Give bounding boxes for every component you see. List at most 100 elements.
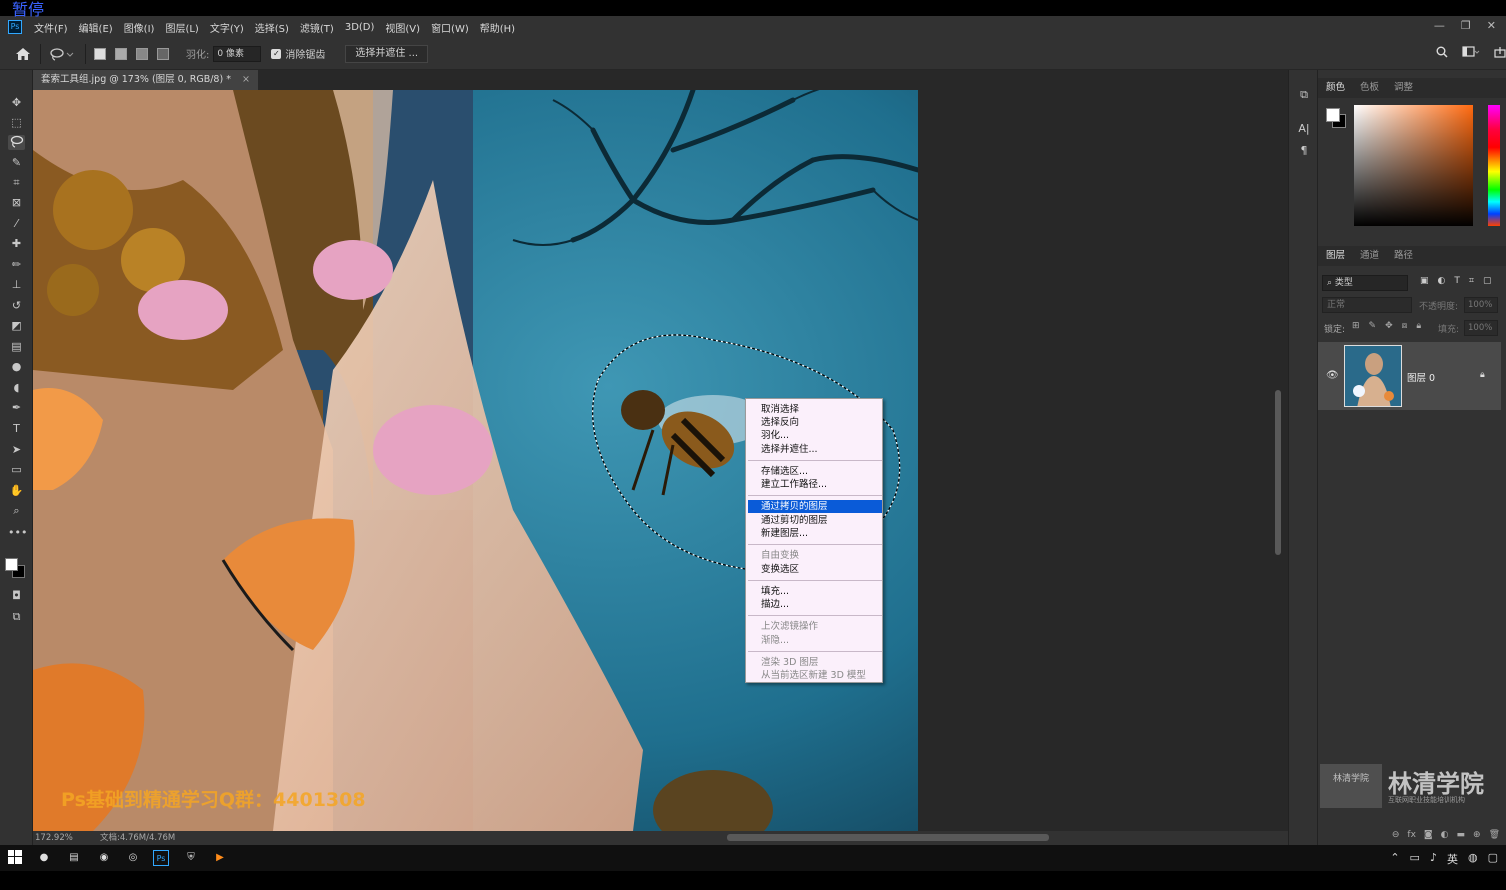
new-layer-icon[interactable]: ⊕	[1473, 830, 1481, 840]
paragraph-panel-icon[interactable]: ¶	[1297, 144, 1311, 158]
vertical-scroll-thumb[interactable]	[1275, 390, 1281, 555]
marquee-tool-icon[interactable]: ⬚	[8, 115, 25, 130]
search-icon[interactable]	[1436, 46, 1448, 61]
add-mask-icon[interactable]: ◙	[1424, 830, 1433, 840]
smart-object-filter-icon[interactable]: ▢	[1483, 276, 1492, 286]
file-explorer-icon[interactable]: ▤	[66, 850, 82, 866]
character-panel-icon[interactable]: A|	[1297, 122, 1311, 136]
media-player-icon[interactable]: ▶	[212, 850, 228, 866]
tray-arrow-icon[interactable]: ⌃	[1390, 851, 1399, 867]
share-icon[interactable]	[1494, 46, 1506, 61]
quick-mask-icon[interactable]: ◘	[8, 588, 25, 603]
adjustment-filter-icon[interactable]: ◐	[1438, 276, 1446, 286]
app-icon[interactable]: ●	[36, 850, 52, 866]
network-icon[interactable]: ▭	[1410, 851, 1420, 867]
tab-layers[interactable]: 图层	[1326, 246, 1345, 266]
menu-item-save-selection[interactable]: 存储选区...	[761, 465, 808, 478]
notification-icon[interactable]: ▢	[1488, 851, 1498, 867]
layer-name[interactable]: 图层 0	[1407, 370, 1435, 384]
zoom-tool-icon[interactable]: ⌕	[8, 503, 25, 518]
shield-icon[interactable]: ⛨	[183, 850, 199, 866]
close-tab-icon[interactable]: ×	[242, 74, 250, 85]
hand-tool-icon[interactable]: ✋	[8, 483, 25, 498]
menu-filter[interactable]: 滤镜(T)	[300, 20, 334, 35]
rectangle-tool-icon[interactable]: ▭	[8, 462, 25, 477]
tab-swatches[interactable]: 色板	[1360, 78, 1379, 98]
menu-window[interactable]: 窗口(W)	[431, 20, 469, 35]
menu-item-make-work-path[interactable]: 建立工作路径...	[761, 478, 827, 491]
volume-icon[interactable]: ♪	[1430, 851, 1437, 867]
gradient-tool-icon[interactable]: ▤	[8, 339, 25, 354]
canvas-area[interactable]: Ps基础到精通学习Q群：4401308	[33, 90, 1288, 831]
restore-button[interactable]: ❐	[1461, 19, 1471, 32]
workspace-icon[interactable]	[1462, 46, 1480, 61]
minimize-button[interactable]: —	[1434, 19, 1445, 32]
menu-help[interactable]: 帮助(H)	[480, 20, 515, 35]
close-button[interactable]: ✕	[1487, 19, 1496, 32]
new-selection-icon[interactable]	[94, 47, 106, 60]
app-circle-icon[interactable]: ◎	[125, 850, 141, 866]
history-panel-icon[interactable]: ⧉	[1297, 88, 1311, 102]
menu-3d[interactable]: 3D(D)	[345, 22, 375, 33]
intersect-selection-icon[interactable]	[157, 47, 169, 60]
antialias-checkbox[interactable]: ✓	[271, 48, 282, 59]
foreground-background-colors[interactable]	[5, 558, 29, 582]
brush-tool-icon[interactable]: ✏	[8, 257, 25, 272]
menu-image[interactable]: 图像(I)	[124, 20, 155, 35]
more-tools-icon[interactable]: •••	[8, 525, 27, 540]
lock-position-icon[interactable]: ✥	[1385, 321, 1393, 331]
blend-mode-select[interactable]: 正常	[1322, 297, 1412, 313]
foreground-color-swatch[interactable]	[5, 558, 18, 571]
subtract-from-selection-icon[interactable]	[136, 47, 148, 60]
eraser-tool-icon[interactable]: ◩	[8, 318, 25, 333]
windows-start-icon[interactable]	[7, 850, 23, 866]
menu-select[interactable]: 选择(S)	[255, 20, 289, 35]
menu-layer[interactable]: 图层(L)	[165, 20, 198, 35]
layer-row[interactable]: 👁︎ 图层 0 🔒︎	[1318, 342, 1501, 410]
ime-indicator[interactable]: 英	[1447, 851, 1458, 867]
shape-filter-icon[interactable]: ⌗	[1469, 276, 1474, 286]
opacity-input[interactable]: 100%	[1464, 297, 1498, 313]
crop-tool-icon[interactable]: ⌗	[8, 175, 25, 190]
menu-item-stroke[interactable]: 描边...	[761, 598, 789, 611]
home-icon[interactable]	[14, 46, 32, 62]
zoom-level[interactable]: 172.92%	[35, 831, 73, 845]
layer-style-icon[interactable]: fx	[1407, 830, 1416, 840]
type-filter-icon[interactable]: T	[1454, 276, 1460, 286]
tab-channels[interactable]: 通道	[1360, 246, 1379, 266]
menu-file[interactable]: 文件(F)	[34, 20, 68, 35]
link-layers-icon[interactable]: ⊖	[1392, 830, 1400, 840]
clone-stamp-tool-icon[interactable]: ⊥	[8, 277, 25, 292]
menu-view[interactable]: 视图(V)	[385, 20, 420, 35]
tray-app-icon[interactable]: ◍	[1468, 851, 1478, 867]
move-tool-icon[interactable]: ✥	[8, 95, 25, 110]
lasso-tool-icon[interactable]	[8, 135, 25, 150]
photoshop-taskbar-icon[interactable]: Ps	[153, 850, 169, 866]
fill-input[interactable]: 100%	[1464, 320, 1498, 336]
layer-filter-select[interactable]: ⌕ 类型	[1322, 275, 1408, 291]
path-selection-tool-icon[interactable]: ➤	[8, 442, 25, 457]
menu-item-new-layer[interactable]: 新建图层...	[761, 527, 808, 540]
adjustment-layer-icon[interactable]: ◐	[1441, 830, 1449, 840]
select-and-mask-button[interactable]: 选择并遮住 ...	[345, 44, 429, 63]
menu-edit[interactable]: 编辑(E)	[79, 20, 113, 35]
browser-icon[interactable]: ◉	[96, 850, 112, 866]
type-tool-icon[interactable]: T	[8, 421, 25, 436]
lock-all-icon[interactable]: 🔒︎	[1416, 321, 1421, 331]
frame-tool-icon[interactable]: ⊠	[8, 195, 25, 210]
menu-type[interactable]: 文字(Y)	[210, 20, 244, 35]
menu-item-fill[interactable]: 填充...	[761, 585, 789, 598]
history-brush-tool-icon[interactable]: ↺	[8, 298, 25, 313]
dodge-tool-icon[interactable]: ◖	[8, 380, 25, 395]
add-to-selection-icon[interactable]	[115, 47, 127, 60]
menu-item-transform-selection[interactable]: 变换选区	[761, 563, 799, 576]
new-group-icon[interactable]: ▬	[1457, 830, 1466, 840]
hue-slider[interactable]	[1488, 105, 1500, 226]
menu-item-feather[interactable]: 羽化...	[761, 429, 789, 442]
tab-paths[interactable]: 路径	[1394, 246, 1413, 266]
menu-item-layer-via-cut[interactable]: 通过剪切的图层	[761, 514, 828, 527]
lock-transparent-icon[interactable]: ⊞	[1352, 321, 1360, 331]
menu-item-deselect[interactable]: 取消选择	[761, 403, 799, 416]
tab-adjustments[interactable]: 调整	[1394, 78, 1413, 98]
tab-color[interactable]: 颜色	[1326, 78, 1345, 98]
